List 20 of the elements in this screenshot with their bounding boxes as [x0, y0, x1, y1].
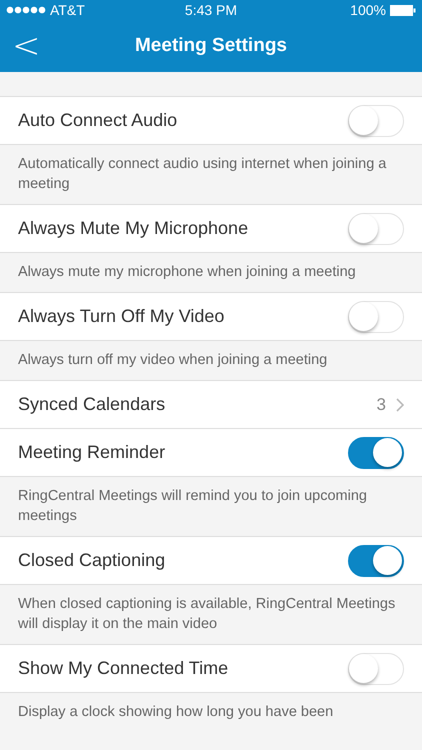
setting-label: Auto Connect Audio — [18, 110, 178, 131]
back-button[interactable]: < — [6, 26, 46, 66]
settings-row[interactable]: Synced Calendars 3 — [0, 380, 422, 428]
toggle-switch[interactable] — [348, 436, 404, 468]
setting-label: Synced Calendars — [18, 394, 166, 415]
screen-title: Meeting Settings — [134, 35, 287, 57]
setting-label: Closed Captioning — [18, 550, 166, 571]
setting-label: Show My Connected Time — [18, 658, 228, 679]
battery-icon — [390, 4, 416, 16]
count-value: 3 — [376, 394, 386, 414]
chevron-icon — [396, 398, 404, 412]
setting-label: Meeting Reminder — [18, 442, 166, 463]
setting-description: Display a clock showing how long you have been — [0, 692, 422, 732]
signal-icon — [6, 6, 46, 14]
toggle-switch[interactable] — [348, 544, 404, 576]
status-time: 5:43 PM — [184, 2, 238, 18]
battery-percent: 100% — [350, 2, 386, 18]
carrier-name: AT&T — [50, 2, 85, 18]
setting-label: Always Turn Off My Video — [18, 306, 224, 327]
setting-label: Always Mute My Microphone — [18, 218, 248, 239]
